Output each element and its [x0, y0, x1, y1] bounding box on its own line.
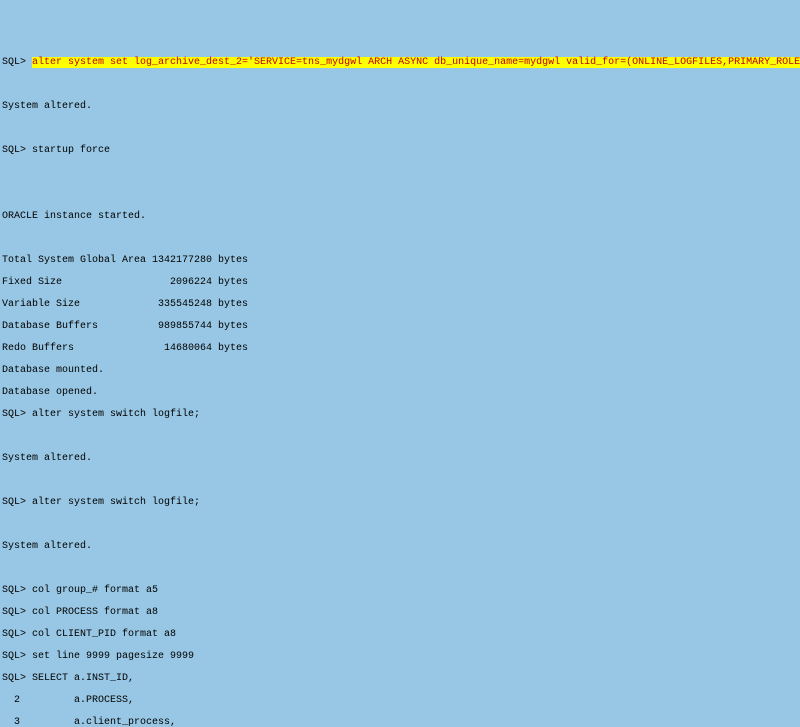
- cmd-line[interactable]: SQL> col CLIENT_PID format a8: [2, 629, 800, 640]
- cmd-line[interactable]: SQL> col group_# format a5: [2, 585, 800, 596]
- msg-opened: Database opened.: [2, 387, 800, 398]
- msg-mounted: Database mounted.: [2, 365, 800, 376]
- cmd-line[interactable]: SQL> alter system switch logfile;: [2, 497, 800, 508]
- blank: [2, 475, 800, 486]
- cmd-line[interactable]: SQL> startup force: [2, 145, 800, 156]
- blank: [2, 167, 800, 178]
- highlighted-cmd-1: alter system set log_archive_dest_2='SER…: [32, 57, 800, 68]
- cmd-line[interactable]: SQL> set line 9999 pagesize 9999: [2, 651, 800, 662]
- query-cont: 3 a.client_process,: [2, 717, 800, 727]
- blank: [2, 519, 800, 530]
- terminal-output: SQL> alter system set log_archive_dest_2…: [0, 44, 800, 727]
- blank: [2, 563, 800, 574]
- mem-line: Variable Size 335545248 bytes: [2, 299, 800, 310]
- cmd-line[interactable]: SQL> alter system switch logfile;: [2, 409, 800, 420]
- msg-altered: System altered.: [2, 541, 800, 552]
- blank: [2, 123, 800, 134]
- blank: [2, 189, 800, 200]
- blank: [2, 79, 800, 90]
- mem-line: Redo Buffers 14680064 bytes: [2, 343, 800, 354]
- msg-altered: System altered.: [2, 453, 800, 464]
- mem-line: Total System Global Area 1342177280 byte…: [2, 255, 800, 266]
- mem-line: Fixed Size 2096224 bytes: [2, 277, 800, 288]
- blank: [2, 233, 800, 244]
- mem-line: Database Buffers 989855744 bytes: [2, 321, 800, 332]
- blank: [2, 431, 800, 442]
- msg-started: ORACLE instance started.: [2, 211, 800, 222]
- cmd-line[interactable]: SQL> alter system set log_archive_dest_2…: [2, 57, 800, 68]
- sql-prompt: SQL>: [2, 57, 32, 68]
- msg-altered: System altered.: [2, 101, 800, 112]
- query-cont: 2 a.PROCESS,: [2, 695, 800, 706]
- cmd-line[interactable]: SQL> col PROCESS format a8: [2, 607, 800, 618]
- cmd-line[interactable]: SQL> SELECT a.INST_ID,: [2, 673, 800, 684]
